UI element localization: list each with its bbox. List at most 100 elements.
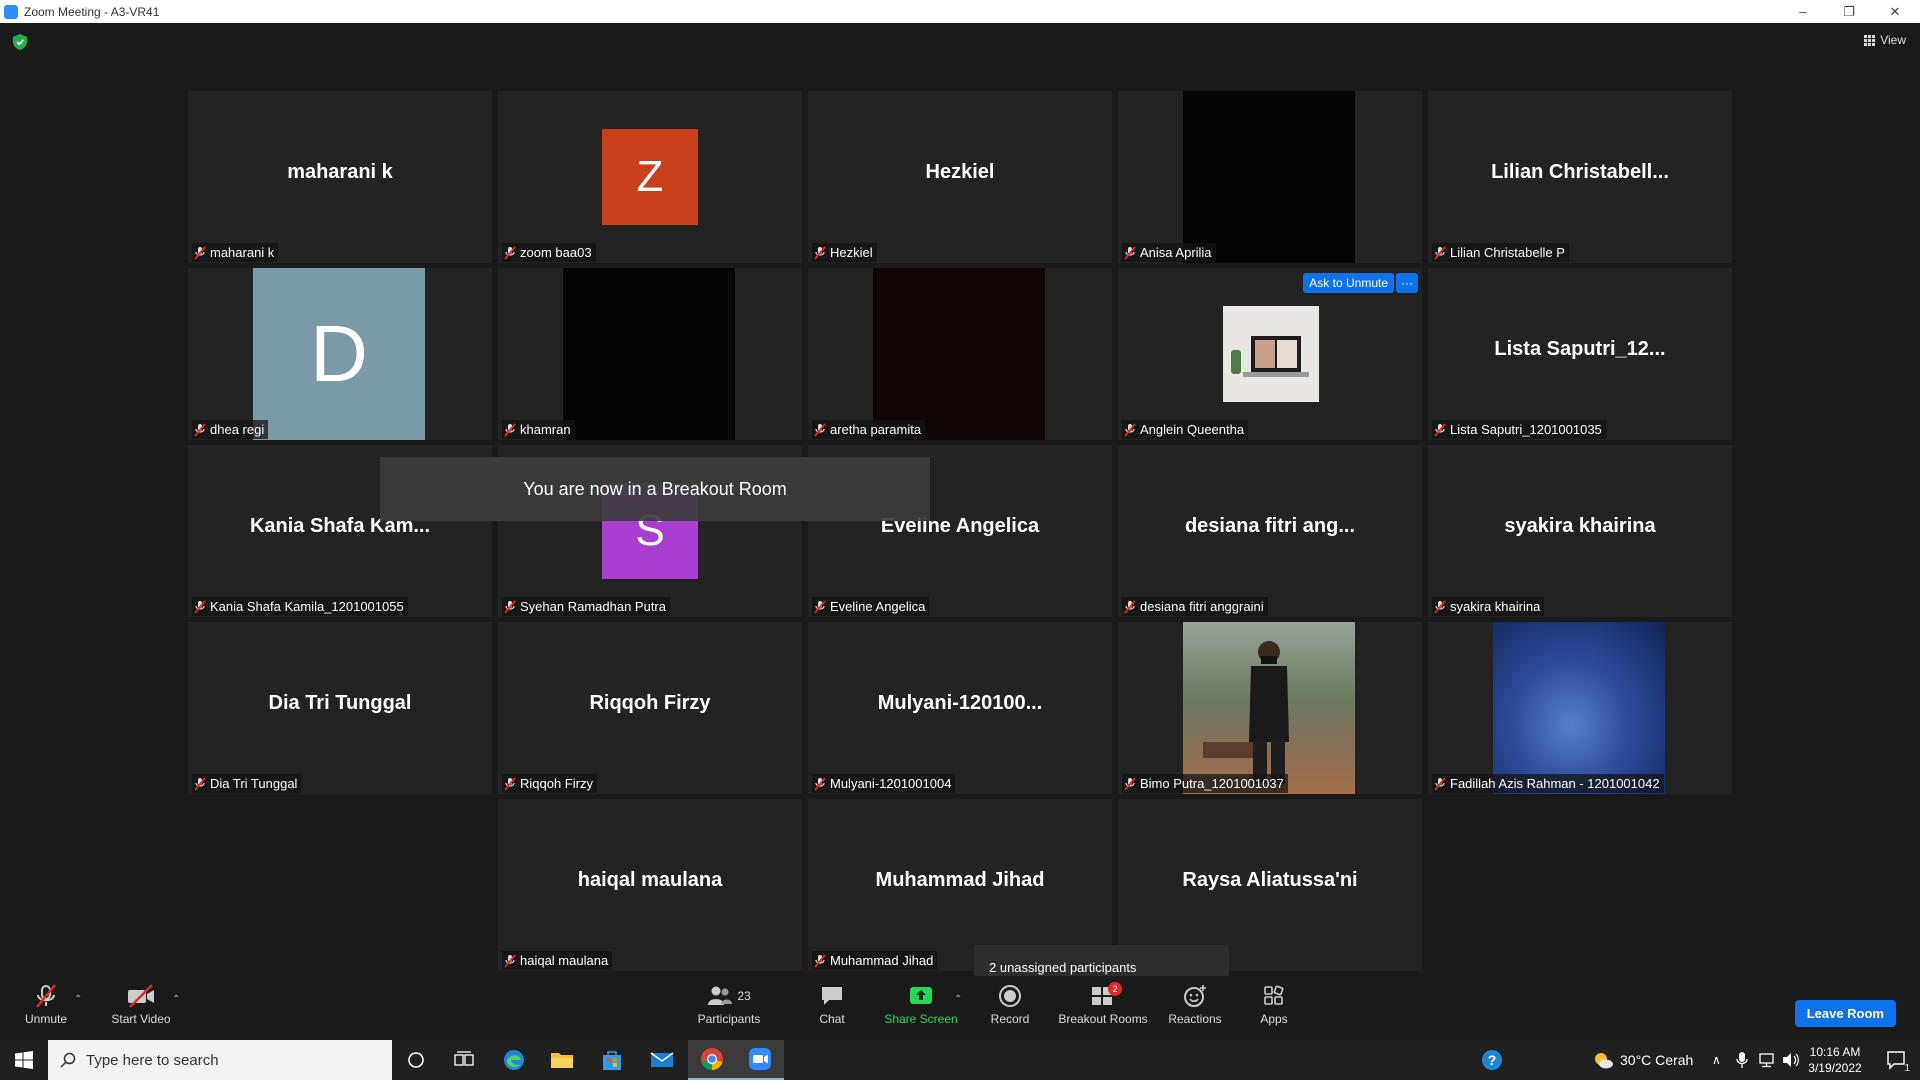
microsoft-store-app[interactable]: [588, 1040, 636, 1080]
start-button[interactable]: [0, 1040, 48, 1080]
microphone-muted-icon: [1434, 599, 1446, 614]
apps-icon: [1264, 985, 1284, 1005]
reactions-button[interactable]: Reactions: [1168, 982, 1222, 1026]
participant-tile[interactable]: Zzoom baa03: [498, 91, 802, 263]
ask-to-unmute-button[interactable]: Ask to Unmute: [1303, 273, 1394, 293]
microphone-muted-icon: [504, 599, 516, 614]
share-options-chevron-icon[interactable]: ⌃: [954, 994, 962, 1005]
security-shield-icon[interactable]: [13, 34, 27, 50]
participant-video: [563, 268, 735, 440]
participant-name-label: Muhammad Jihad: [812, 951, 938, 970]
participant-name: aretha paramita: [830, 422, 922, 437]
participant-tile[interactable]: desiana fitri ang... desiana fitri anggra…: [1118, 445, 1422, 617]
participant-name: Fadillah Azis Rahman - 1201001042: [1450, 776, 1660, 791]
participant-tile[interactable]: Lilian Christabell... Lilian Christabelle…: [1428, 91, 1732, 263]
microphone-muted-icon: [1124, 422, 1136, 437]
video-options-chevron-icon[interactable]: ⌃: [172, 994, 180, 1005]
start-video-button[interactable]: Start Video: [106, 982, 176, 1026]
record-icon: [999, 985, 1021, 1007]
participant-tile[interactable]: Dia Tri Tunggal Dia Tri Tunggal: [188, 622, 492, 794]
microphone-muted-icon: [504, 422, 516, 437]
file-explorer-folder-icon: [551, 1053, 573, 1068]
volume-tray-icon[interactable]: [1782, 1040, 1800, 1080]
participant-name: Kania Shafa Kamila_1201001055: [210, 599, 404, 614]
participant-tile[interactable]: khamran: [498, 268, 802, 440]
mail-app[interactable]: [638, 1040, 686, 1080]
participant-tile[interactable]: Fadillah Azis Rahman - 1201001042: [1428, 622, 1732, 794]
participant-tile[interactable]: Anisa Aprilia: [1118, 91, 1422, 263]
clock-time: 10:16 AM: [1809, 1045, 1861, 1059]
participant-tile[interactable]: Bimo Putra_1201001037: [1118, 622, 1422, 794]
cortana-button[interactable]: [392, 1040, 440, 1080]
share-screen-button[interactable]: Share Screen: [884, 982, 958, 1026]
more-options-button[interactable]: ···: [1396, 273, 1418, 293]
record-button[interactable]: Record: [990, 982, 1030, 1026]
weather-widget[interactable]: 30°C Cerah: [1592, 1040, 1693, 1080]
restore-button[interactable]: ❐: [1826, 0, 1872, 23]
search-placeholder: Type here to search: [86, 1051, 219, 1069]
leave-room-button[interactable]: Leave Room: [1794, 1000, 1896, 1027]
help-button[interactable]: ?: [1468, 1040, 1516, 1080]
unmute-button[interactable]: Unmute: [20, 982, 72, 1026]
participant-tile[interactable]: haiqal maulana haiqal maulana: [498, 799, 802, 971]
microphone-muted-icon: [814, 599, 826, 614]
participant-name-label: Fadillah Azis Rahman - 1201001042: [1432, 774, 1664, 793]
participant-display-name: Mulyani-120100...: [877, 692, 1043, 714]
minimize-button[interactable]: –: [1780, 0, 1826, 23]
microphone-muted-icon: [1434, 422, 1446, 437]
record-label: Record: [990, 1012, 1030, 1026]
task-view-button[interactable]: [440, 1040, 488, 1080]
participant-tile[interactable]: Ddhea regi: [188, 268, 492, 440]
mail-envelope-icon: [650, 1052, 674, 1067]
chat-button[interactable]: Chat: [814, 982, 850, 1026]
cortana-circle-icon: [408, 1052, 424, 1068]
breakout-rooms-badge: 2: [1108, 982, 1122, 996]
microphone-tray-icon[interactable]: [1736, 1040, 1748, 1080]
grid-icon: [1864, 34, 1876, 46]
audio-options-chevron-icon[interactable]: ⌃: [74, 994, 82, 1005]
file-explorer-app[interactable]: [538, 1040, 586, 1080]
apps-button[interactable]: Apps: [1258, 982, 1290, 1026]
participant-name: khamran: [520, 422, 571, 437]
chrome-app[interactable]: [688, 1040, 736, 1080]
participant-name-label: desiana fitri anggraini: [1122, 597, 1268, 616]
participant-name-label: Lista Saputri_1201001035: [1432, 420, 1606, 439]
participant-name-label: Lilian Christabelle P: [1432, 243, 1569, 262]
participant-tile[interactable]: Anglein Queentha Ask to Unmute ···: [1118, 268, 1422, 440]
participant-tile[interactable]: Hezkiel Hezkiel: [808, 91, 1112, 263]
view-button[interactable]: View: [1864, 33, 1906, 47]
participant-tile[interactable]: aretha paramita: [808, 268, 1112, 440]
participant-tile[interactable]: Mulyani-120100... Mulyani-1201001004: [808, 622, 1112, 794]
zoom-app[interactable]: [736, 1040, 784, 1080]
search-icon: [60, 1052, 76, 1068]
participant-name-label: Riqqoh Firzy: [502, 774, 597, 793]
action-center-button[interactable]: 1: [1876, 1040, 1916, 1080]
task-view-icon: [454, 1051, 474, 1066]
participant-tile[interactable]: Lista Saputri_12... Lista Saputri_1201001…: [1428, 268, 1732, 440]
network-tray-icon[interactable]: [1758, 1040, 1776, 1080]
microphone-muted-icon: [194, 776, 206, 791]
microphone-muted-icon: [504, 245, 516, 260]
video-camera-off-icon: [128, 984, 154, 1008]
participant-name-label: Anisa Aprilia: [1122, 243, 1216, 262]
edge-browser-app[interactable]: [490, 1040, 538, 1080]
participant-tile[interactable]: Riqqoh Firzy Riqqoh Firzy: [498, 622, 802, 794]
participant-display-name: Dia Tri Tunggal: [268, 692, 412, 714]
microphone-muted-icon: [1124, 599, 1136, 614]
chat-bubble-icon: [822, 987, 842, 1005]
microphone-muted-icon: [194, 245, 206, 260]
participant-avatar: Z: [602, 129, 698, 225]
participants-button[interactable]: 23 Participants: [696, 982, 762, 1026]
taskbar-search-box[interactable]: Type here to search: [48, 1040, 392, 1080]
participant-tile[interactable]: maharani k maharani k: [188, 91, 492, 263]
show-hidden-icons-chevron-icon[interactable]: ∧: [1712, 1040, 1721, 1080]
help-question-icon: ?: [1482, 1050, 1502, 1070]
participant-name-label: zoom baa03: [502, 243, 596, 262]
close-button[interactable]: ✕: [1872, 0, 1918, 23]
microphone-muted-icon: [1124, 245, 1136, 260]
participant-tile[interactable]: syakira khairina syakira khairina: [1428, 445, 1732, 617]
breakout-rooms-button[interactable]: 2 Breakout Rooms: [1058, 982, 1148, 1026]
participant-name: Dia Tri Tunggal: [210, 776, 298, 791]
participant-name-label: Eveline Angelica: [812, 597, 930, 616]
clock[interactable]: 10:16 AM 3/19/2022: [1808, 1044, 1862, 1076]
